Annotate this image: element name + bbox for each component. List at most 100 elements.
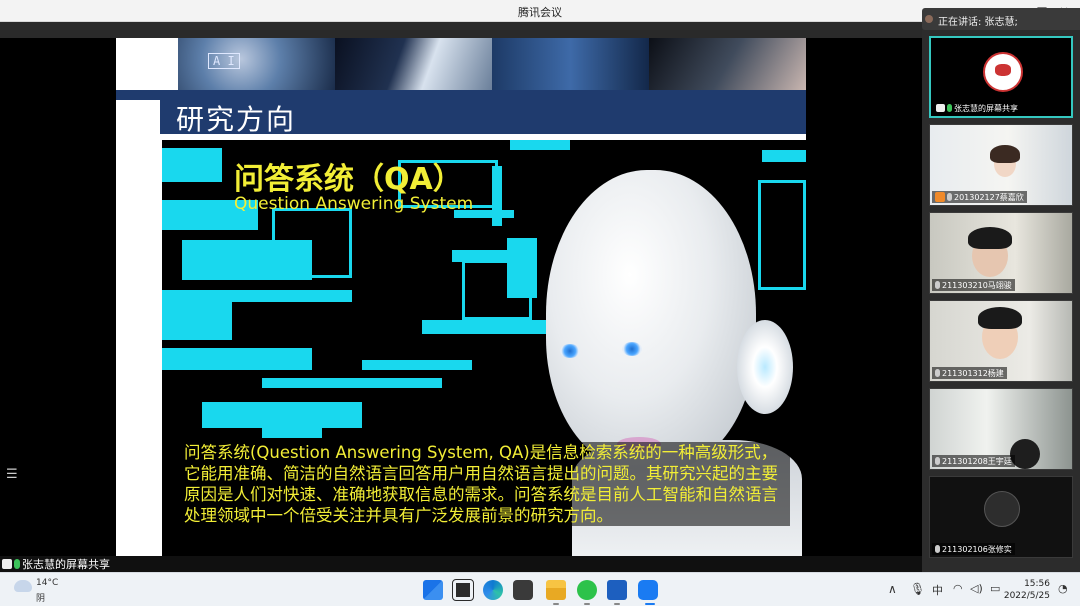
banner-ai-text: A I <box>208 53 240 69</box>
robot-eye-right <box>622 342 642 356</box>
participant-tile[interactable]: 211301312杨建 <box>929 300 1073 382</box>
participant-name: 211302106张修实 <box>942 544 1012 554</box>
wechat-icon[interactable] <box>577 580 597 600</box>
circuit-block <box>162 348 312 370</box>
slide-title: 研究方向 <box>176 103 297 136</box>
task-view-icon[interactable] <box>452 579 474 601</box>
participant-avatar <box>984 491 1020 527</box>
share-top-bar <box>0 22 922 38</box>
microphone-muted-icon <box>935 545 940 553</box>
participant-tile[interactable]: 张志慧的屏幕共享 <box>929 36 1073 118</box>
participant-name: 211301208王宇廷 <box>942 456 1012 466</box>
microphone-muted-icon <box>935 281 940 289</box>
participant-tile[interactable]: 201302127蔡嘉欣 <box>929 124 1073 206</box>
chevron-up-icon[interactable]: ∧ <box>888 582 897 596</box>
battery-icon[interactable]: ▭ <box>990 582 1000 595</box>
circuit-block <box>510 140 570 150</box>
edge-browser-icon[interactable] <box>483 580 503 600</box>
start-menu-icon[interactable] <box>423 580 443 600</box>
participant-tile[interactable]: 211301208王宇廷 <box>929 388 1073 470</box>
word-icon[interactable] <box>607 580 627 600</box>
share-right-margin <box>806 38 922 556</box>
menu-icon[interactable]: ☰ <box>6 468 20 482</box>
running-indicator <box>584 603 590 605</box>
circuit-block <box>262 378 442 388</box>
shared-slide: A I 研究方向 问答系统（QA） Question Answering Sys… <box>116 38 806 556</box>
participant-caption: 211302106张修实 <box>932 543 1015 555</box>
running-indicator <box>614 603 620 605</box>
participant-name: 201302127蔡嘉欣 <box>954 192 1024 202</box>
circuit-block <box>162 290 232 340</box>
clock-time: 15:56 <box>1024 579 1050 589</box>
notification-icon[interactable]: ◔ <box>1058 582 1068 595</box>
participant-name: 211303210马翊骏 <box>942 280 1012 290</box>
volume-icon[interactable]: ◁) <box>970 582 983 595</box>
clock-date: 2022/5/25 <box>1003 591 1050 601</box>
title-strip-accent <box>116 90 160 100</box>
qa-subtitle: Question Answering System <box>234 194 474 214</box>
microphone-muted-icon <box>947 193 952 201</box>
participant-caption: 211301208王宇廷 <box>932 455 1015 467</box>
weather-description[interactable]: 阴 <box>36 591 45 604</box>
circuit-block <box>362 360 472 370</box>
host-badge-icon <box>935 192 945 202</box>
participant-hair <box>968 227 1012 249</box>
robot-ear-headphone <box>737 320 793 414</box>
sharer-label-text: 张志慧的屏幕共享 <box>22 558 110 571</box>
qa-title: 问答系统（QA） <box>234 162 463 197</box>
participant-caption: 张志慧的屏幕共享 <box>933 102 1021 114</box>
circuit-block <box>262 428 322 438</box>
share-bottom-bar <box>0 556 922 572</box>
microphone-tray-icon[interactable]: 🎙 <box>910 582 925 596</box>
app-box-icon[interactable] <box>513 580 533 600</box>
active-indicator <box>645 603 655 605</box>
participant-caption: 211301312杨建 <box>932 367 1007 379</box>
window-titlebar: 腾讯会议 – □ × <box>0 0 1080 22</box>
robot-head <box>546 170 756 470</box>
banner-image-ai-brain: A I <box>178 38 335 90</box>
sharer-label: 张志慧的屏幕共享 <box>2 557 110 571</box>
microphone-muted-icon <box>935 457 940 465</box>
microphone-icon <box>947 104 952 112</box>
circuit-block <box>422 320 552 334</box>
windows-taskbar: 14°C 阴 ∧ 🎙 中 ◠ ◁) ▭ 15:56 2022/5/25 ◔ <box>0 572 1080 606</box>
system-clock[interactable]: 15:56 2022/5/25 <box>1004 578 1050 602</box>
participant-tile[interactable]: 211302106张修实 <box>929 476 1073 558</box>
file-explorer-icon[interactable] <box>546 580 566 600</box>
circuit-block <box>162 148 222 182</box>
participant-caption: 201302127蔡嘉欣 <box>932 191 1027 203</box>
participant-hair <box>990 145 1020 163</box>
circuit-block <box>202 402 362 428</box>
microphone-icon <box>14 559 20 569</box>
participant-name: 211301312杨建 <box>942 368 1004 378</box>
participant-name: 张志慧的屏幕共享 <box>954 103 1018 113</box>
speaker-avatar-icon <box>925 15 933 23</box>
running-indicator <box>553 603 559 605</box>
qa-description: 问答系统(Question Answering System, QA)是信息检索… <box>182 442 790 526</box>
slide-picture: 问答系统（QA） Question Answering System 问答系统(… <box>162 140 806 556</box>
tencent-meeting-icon[interactable] <box>638 580 658 600</box>
participant-tile[interactable]: 211303210马翊骏 <box>929 212 1073 294</box>
weather-cloud-icon[interactable] <box>14 580 32 592</box>
speaking-label: 正在讲话: 张志慧; <box>938 17 1018 28</box>
circuit-block <box>232 290 352 302</box>
screen-share-icon <box>936 104 945 112</box>
circuit-outline <box>272 208 352 278</box>
wifi-icon[interactable]: ◠ <box>953 582 963 595</box>
avatar-detail <box>995 64 1011 76</box>
participant-hair <box>978 307 1022 329</box>
participant-caption: 211303210马翊骏 <box>932 279 1015 291</box>
banner-image-ai-network <box>492 38 649 90</box>
microphone-muted-icon <box>935 369 940 377</box>
circuit-outline <box>758 180 806 290</box>
circuit-outline <box>462 260 532 320</box>
window-title: 腾讯会议 <box>518 6 562 19</box>
circuit-block <box>762 150 806 162</box>
weather-temperature[interactable]: 14°C <box>36 578 58 588</box>
speaking-indicator: 正在讲话: 张志慧; <box>922 8 1080 30</box>
ime-indicator[interactable]: 中 <box>932 582 943 598</box>
banner-image-robot-touch <box>649 38 806 90</box>
banner-image-robot-hand <box>335 38 492 90</box>
robot-eye-left <box>560 344 580 358</box>
screen-share-icon <box>2 559 12 569</box>
